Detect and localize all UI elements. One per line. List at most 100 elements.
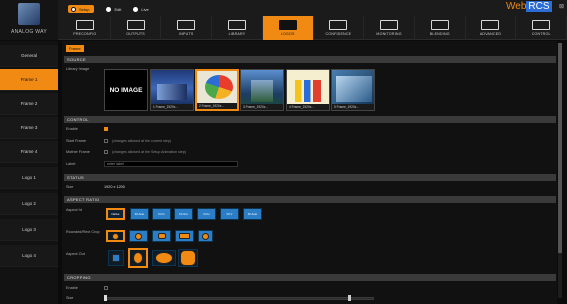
menu-blending[interactable]: BLENDING xyxy=(415,16,466,40)
control-icon xyxy=(532,20,551,30)
out-shape-round-button[interactable] xyxy=(178,249,198,267)
mother-frame-label: Mother Frame xyxy=(66,150,90,154)
aspect-fit-out-button[interactable]: Fit Out xyxy=(174,208,193,220)
webrcs-logo: Web RCS xyxy=(506,1,552,12)
menu-logos[interactable]: LOGOS xyxy=(262,16,314,40)
sidebar: General Frame 1 Frame 2 Frame 3 Frame 4 … xyxy=(0,41,58,304)
menu-outputs[interactable]: OUTPUTS xyxy=(111,16,162,40)
mother-frame-hint: (changes allowed at the Setup Animation … xyxy=(112,150,187,154)
start-frame-hint: (changes allowed at the current step) xyxy=(112,139,172,143)
thumb-frame-5[interactable]: 5 Frame_1920x... xyxy=(331,69,375,111)
menu-inputs[interactable]: INPUTS xyxy=(161,16,213,40)
thumb-no-image[interactable]: NO IMAGE xyxy=(104,69,148,111)
library-icon xyxy=(227,20,246,30)
panel-tag: Frame xyxy=(66,45,84,52)
image-thumbnail-water xyxy=(336,76,372,102)
aspect-fit-auto-button[interactable]: Fit Auto xyxy=(130,208,149,220)
thumb-frame-1[interactable]: 1 Frame_1920x... xyxy=(150,69,194,111)
radio-icon xyxy=(106,6,112,12)
circle-shape-icon xyxy=(133,252,143,264)
out-shape-square-button[interactable] xyxy=(108,250,124,266)
thumb-frame-2[interactable]: 2 Frame_1920x... xyxy=(195,69,239,111)
sidebar-item-frame-1[interactable]: Frame 1 xyxy=(0,69,58,91)
crop-shape-3-button[interactable] xyxy=(152,230,171,242)
main-menu: PRECONFIG OUTPUTS INPUTS LIBRARY LOGOS C… xyxy=(60,16,567,40)
start-frame-label: Start Frame xyxy=(66,139,87,143)
menu-control[interactable]: CONTROL xyxy=(516,16,567,40)
out-shape-circle-button[interactable] xyxy=(128,248,148,268)
preconfig-icon xyxy=(75,20,94,30)
aspect-fit-in-button[interactable]: Fit In xyxy=(152,208,171,220)
circle-shape-icon xyxy=(202,232,209,240)
crop-size-label: Size xyxy=(66,296,74,300)
image-thumbnail-city xyxy=(157,84,187,100)
sidebar-item-logo-2[interactable]: Logo 2 xyxy=(0,193,58,215)
monitoring-icon xyxy=(380,20,399,30)
menu-preconfig[interactable]: PRECONFIG xyxy=(60,16,111,40)
mode-live[interactable]: Live xyxy=(133,5,149,13)
crop-shape-2-button[interactable] xyxy=(129,230,148,242)
label-field-label: Label xyxy=(66,162,76,166)
menu-library[interactable]: LIBRARY xyxy=(212,16,263,40)
advanced-icon xyxy=(481,20,500,30)
crop-size-slider[interactable] xyxy=(104,297,374,300)
oval-shape-icon xyxy=(155,252,173,264)
sidebar-item-logo-1[interactable]: Logo 1 xyxy=(0,167,58,189)
circle-shape-icon xyxy=(135,232,142,240)
mode-edit[interactable]: Edit xyxy=(106,5,121,13)
enable-checkbox[interactable] xyxy=(104,127,108,131)
menu-monitoring[interactable]: MONITORING xyxy=(364,16,415,40)
out-shape-oval-button[interactable] xyxy=(152,250,176,266)
sidebar-item-general[interactable]: General xyxy=(0,45,58,67)
aspect-fit-auto-2-button[interactable]: Fit Auto xyxy=(243,208,262,220)
circle-shape-icon xyxy=(112,232,119,240)
brand-name: ANALOG WAY xyxy=(10,29,48,35)
aspect-fit-v-button[interactable]: Fit V xyxy=(220,208,239,220)
outputs-icon xyxy=(126,20,145,30)
enable-label: Enable xyxy=(66,127,78,131)
crop-size-slider-min-handle[interactable] xyxy=(104,295,107,301)
section-status: STATUS xyxy=(64,174,556,181)
logos-icon xyxy=(278,20,297,30)
crop-shape-5-button[interactable] xyxy=(198,230,213,242)
top-header: ANALOG WAY Setup Edit Live Web RCS ⊠ PREC… xyxy=(0,0,567,40)
start-frame-checkbox[interactable] xyxy=(104,139,108,143)
fullscreen-icon[interactable]: ⊠ xyxy=(559,3,564,10)
sidebar-item-logo-4[interactable]: Logo 4 xyxy=(0,245,58,267)
image-thumbnail-landscape xyxy=(251,80,273,102)
sidebar-item-frame-3[interactable]: Frame 3 xyxy=(0,117,58,139)
crop-shape-4-button[interactable] xyxy=(175,230,194,242)
radio-icon xyxy=(71,6,76,12)
brand-logo-icon xyxy=(18,3,40,25)
pie-chart-image xyxy=(205,75,233,99)
menu-confidence[interactable]: CONFIDENCE xyxy=(314,16,365,40)
crop-enable-label: Enable xyxy=(66,286,78,290)
thumb-frame-4[interactable]: 4 Frame_1920x... xyxy=(286,69,330,111)
section-cropping: CROPPING xyxy=(64,274,556,281)
confidence-icon xyxy=(329,20,348,30)
scrollbar-thumb[interactable] xyxy=(558,43,562,253)
blending-icon xyxy=(430,20,449,30)
size-value: 1920 x 1200 xyxy=(104,185,125,189)
crop-size-slider-max-handle[interactable] xyxy=(348,295,351,301)
label-input[interactable]: enter label xyxy=(104,161,238,167)
radio-icon xyxy=(133,6,139,12)
library-image-label: Library Image xyxy=(66,67,90,71)
mode-setup[interactable]: Setup xyxy=(68,5,95,13)
crop-shape-1-button[interactable] xyxy=(106,230,125,242)
section-aspect-ratio: ASPECT RATIO xyxy=(64,196,556,203)
menu-advanced[interactable]: ADVANCED xyxy=(466,16,517,40)
sidebar-item-logo-3[interactable]: Logo 3 xyxy=(0,219,58,241)
scrollbar[interactable] xyxy=(558,43,562,298)
sidebar-item-frame-2[interactable]: Frame 2 xyxy=(0,93,58,115)
mother-frame-checkbox[interactable] xyxy=(104,150,108,154)
size-label: Size xyxy=(66,185,74,189)
crop-enable-checkbox[interactable] xyxy=(104,286,108,290)
aspect-fit-h-button[interactable]: Fit H xyxy=(197,208,216,220)
section-source: SOURCE xyxy=(64,56,556,63)
aspect-ratio-label: Aspect ht xyxy=(66,208,82,212)
square-shape-icon xyxy=(112,254,120,262)
sidebar-item-frame-4[interactable]: Frame 4 xyxy=(0,141,58,163)
aspect-native-button[interactable]: Native xyxy=(106,208,125,220)
thumb-frame-3[interactable]: 3 Frame_1920x... xyxy=(240,69,284,111)
